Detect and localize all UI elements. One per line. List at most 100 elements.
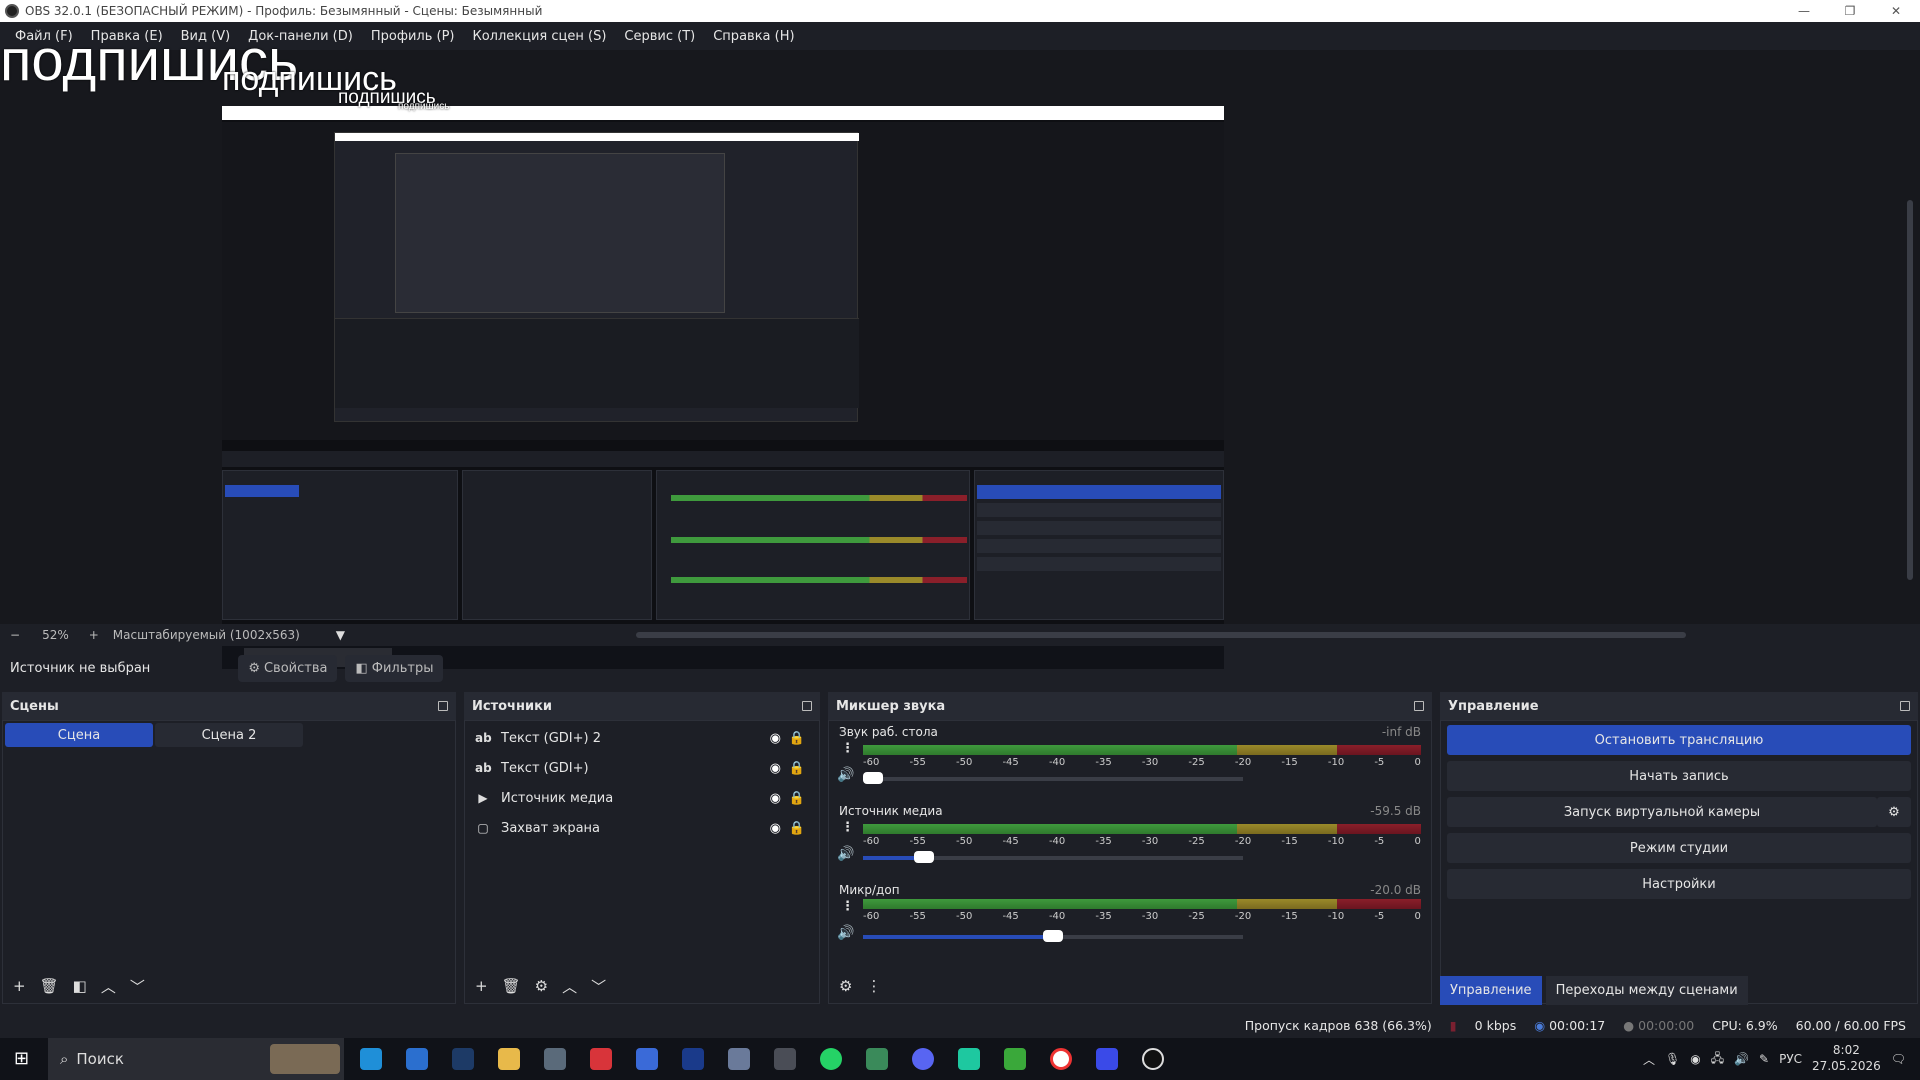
add-icon[interactable]: + xyxy=(475,977,488,995)
speaker-icon[interactable]: 🔊 xyxy=(837,767,854,783)
volume-slider[interactable] xyxy=(863,772,1243,784)
meter-tick-label: -10 xyxy=(1327,836,1345,847)
settings-button[interactable]: Настройки xyxy=(1447,869,1911,899)
properties-button[interactable]: ⚙ Свойства xyxy=(238,654,338,682)
volume-icon[interactable]: 🔊 xyxy=(1734,1052,1749,1066)
lock-icon[interactable]: 🔒 xyxy=(789,791,805,806)
kebab-menu-icon[interactable]: ⋮ xyxy=(841,899,854,914)
eye-icon[interactable]: ◉ xyxy=(770,821,781,836)
chevron-up-icon[interactable]: ︿ xyxy=(562,976,577,997)
undock-icon[interactable] xyxy=(802,701,812,711)
language-indicator[interactable]: РУС xyxy=(1779,1052,1802,1066)
filters-button[interactable]: ◧ Фильтры xyxy=(345,654,444,682)
preview-canvas[interactable] xyxy=(222,106,1224,669)
folder-icon[interactable] xyxy=(498,1048,520,1070)
undock-icon[interactable] xyxy=(438,701,448,711)
minecraft-icon[interactable] xyxy=(1004,1048,1026,1070)
stream-time: 00:00:17 xyxy=(1549,1017,1606,1033)
add-icon[interactable]: + xyxy=(13,977,26,995)
start-recording-button[interactable]: Начать запись xyxy=(1447,761,1911,791)
chevron-down-icon[interactable]: ﹀ xyxy=(591,976,606,997)
lock-icon[interactable]: 🔒 xyxy=(789,761,805,776)
vpn-icon[interactable] xyxy=(958,1048,980,1070)
source-row[interactable]: ab Текст (GDI+) ◉ 🔒 xyxy=(465,753,819,783)
menu-help[interactable]: Справка (H) xyxy=(704,29,803,44)
discord-tray-icon[interactable]: ◉ xyxy=(1690,1052,1700,1066)
menu-scene-collection[interactable]: Коллекция сцен (S) xyxy=(463,29,615,44)
kebab-menu-icon[interactable]: ⋮ xyxy=(866,977,881,995)
mic-tray-icon[interactable]: 🎙 xyxy=(1665,1052,1680,1066)
app-icon[interactable] xyxy=(1096,1048,1118,1070)
volume-slider[interactable] xyxy=(863,930,1243,942)
tab-transitions[interactable]: Переходы между сценами xyxy=(1545,975,1748,1005)
pen-icon[interactable]: ✎ xyxy=(1759,1052,1769,1066)
zoom-out-button[interactable]: − xyxy=(10,628,20,642)
speaker-icon[interactable]: 🔊 xyxy=(837,925,854,941)
menu-profile[interactable]: Профиль (P) xyxy=(362,29,464,44)
steam-icon[interactable] xyxy=(452,1048,474,1070)
lock-icon[interactable]: 🔒 xyxy=(789,821,805,836)
volume-knob[interactable] xyxy=(1043,930,1063,942)
virtual-camera-settings-button[interactable]: ⚙ xyxy=(1877,797,1911,827)
meter-ticks: -60 -55 -50 -45 -40 -35 -30 -25 -20 -15 -10 -5 0 xyxy=(863,757,1421,768)
yandex-icon[interactable] xyxy=(590,1048,612,1070)
zoom-mode-dropdown[interactable]: ▼ xyxy=(336,628,345,642)
discord-icon[interactable] xyxy=(912,1048,934,1070)
filter-icon[interactable]: ◧ xyxy=(73,977,87,995)
obs-icon[interactable] xyxy=(1142,1048,1164,1070)
stop-streaming-button[interactable]: Остановить трансляцию xyxy=(1447,725,1911,755)
undock-icon[interactable] xyxy=(1900,701,1910,711)
yandex-browser-icon[interactable] xyxy=(1050,1048,1072,1070)
windows-start-icon[interactable]: ⊞ xyxy=(14,1048,29,1069)
trash-icon[interactable]: 🗑 xyxy=(502,977,521,995)
network-icon: ▮ xyxy=(1449,1017,1457,1033)
menu-tools[interactable]: Сервис (T) xyxy=(615,29,704,44)
camera-icon[interactable] xyxy=(544,1048,566,1070)
chevron-up-icon[interactable]: ︿ xyxy=(101,976,116,997)
studio-mode-button[interactable]: Режим студии xyxy=(1447,833,1911,863)
undock-icon[interactable] xyxy=(1414,701,1424,711)
preview-vertical-scrollbar[interactable] xyxy=(1907,200,1913,580)
scene-item-2[interactable]: Сцена 2 xyxy=(155,723,303,747)
restore-button[interactable]: ❐ xyxy=(1827,0,1873,22)
store-icon[interactable] xyxy=(636,1048,658,1070)
notifications-icon[interactable]: 🗨 xyxy=(1891,1052,1906,1066)
app-icon[interactable] xyxy=(682,1048,704,1070)
source-row[interactable]: ▢ Захват экрана ◉ 🔒 xyxy=(465,813,819,843)
whatsapp-icon[interactable] xyxy=(820,1048,842,1070)
source-row[interactable]: ▶ Источник медиа ◉ 🔒 xyxy=(465,783,819,813)
scene-item-1[interactable]: Сцена xyxy=(5,723,153,747)
zoom-in-button[interactable]: + xyxy=(89,628,99,642)
volume-knob[interactable] xyxy=(913,851,934,863)
gear-icon[interactable]: ⚙ xyxy=(535,977,548,995)
eye-icon[interactable]: ◉ xyxy=(770,791,781,806)
app-icon[interactable] xyxy=(728,1048,750,1070)
dropped-frames: Пропуск кадров 638 (66.3%) xyxy=(1244,1017,1432,1033)
trash-icon[interactable]: 🗑 xyxy=(40,977,59,995)
clock[interactable]: 8:02 27.05.2026 xyxy=(1812,1043,1881,1074)
network-icon[interactable]: 🖧 xyxy=(1711,1049,1724,1070)
eye-icon[interactable]: ◉ xyxy=(770,731,781,746)
source-row[interactable]: ab Текст (GDI+) 2 ◉ 🔒 xyxy=(465,723,819,753)
microphone-app-icon[interactable] xyxy=(774,1048,796,1070)
lock-icon[interactable]: 🔒 xyxy=(789,731,805,746)
gear-icon[interactable]: ⚙ xyxy=(839,977,852,995)
preview-horizontal-scrollbar[interactable] xyxy=(636,632,1686,638)
chevron-up-icon[interactable]: ︿ xyxy=(1643,1051,1655,1068)
minimize-button[interactable]: — xyxy=(1781,0,1827,22)
game-icon[interactable] xyxy=(866,1048,888,1070)
edge-icon[interactable] xyxy=(360,1048,382,1070)
mail-icon[interactable] xyxy=(406,1048,428,1070)
tab-controls[interactable]: Управление xyxy=(1440,975,1542,1005)
start-virtual-camera-button[interactable]: Запуск виртуальной камеры xyxy=(1447,797,1877,827)
preview-area[interactable]: подпишись подпишись подпишись подпишись xyxy=(0,32,1920,669)
speaker-icon[interactable]: 🔊 xyxy=(837,846,854,862)
kebab-menu-icon[interactable]: ⋮ xyxy=(841,820,854,835)
chevron-down-icon[interactable]: ﹀ xyxy=(130,976,145,997)
eye-icon[interactable]: ◉ xyxy=(770,761,781,776)
kebab-menu-icon[interactable]: ⋮ xyxy=(841,741,854,756)
taskbar-search[interactable]: ⌕ Поиск xyxy=(48,1038,344,1080)
volume-slider[interactable] xyxy=(863,851,1243,863)
close-button[interactable]: ✕ xyxy=(1873,0,1919,22)
volume-knob[interactable] xyxy=(863,772,883,784)
